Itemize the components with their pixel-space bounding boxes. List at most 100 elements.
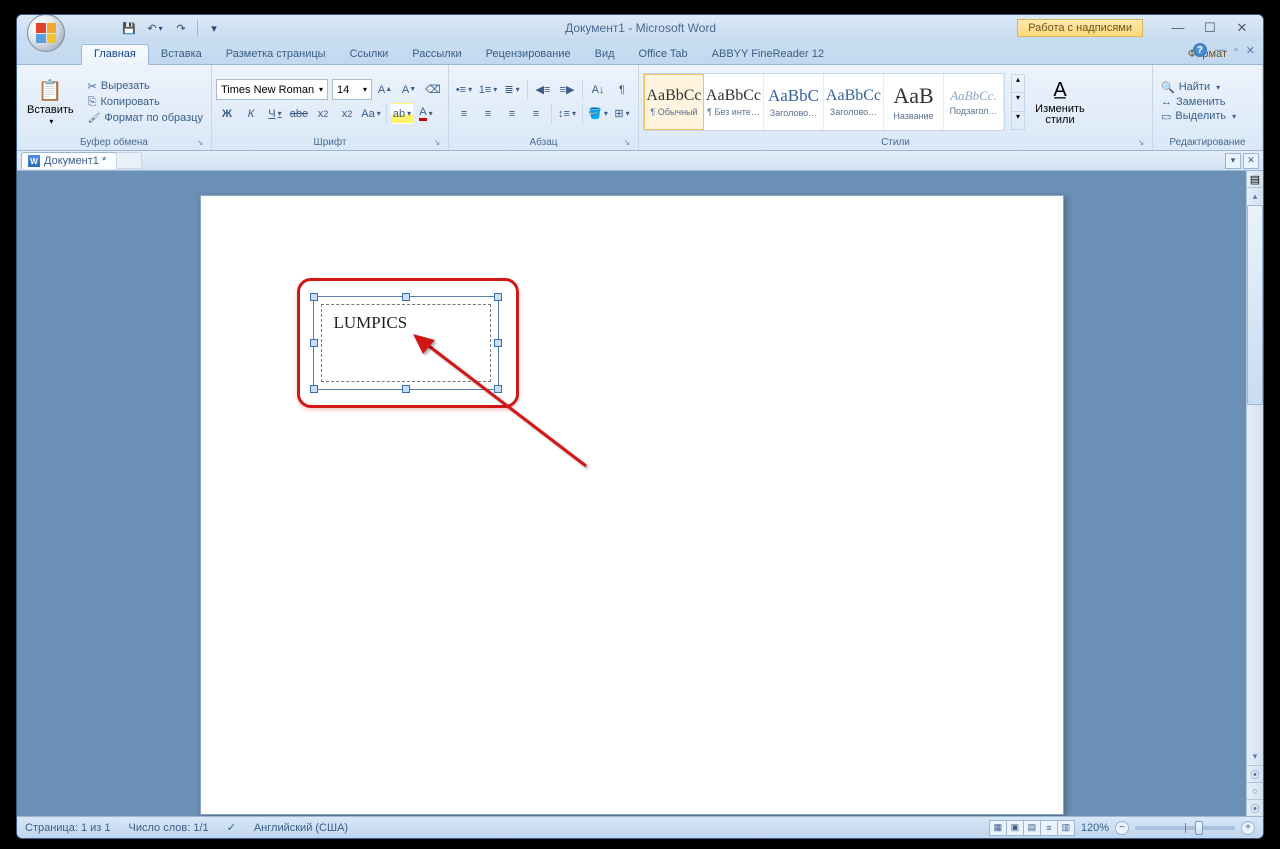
view-web[interactable]: ▤ — [1023, 820, 1041, 836]
redo-icon[interactable]: ↷ — [171, 18, 191, 38]
resize-handle[interactable] — [402, 385, 410, 393]
grow-font-button[interactable]: A▲ — [374, 79, 396, 100]
view-outline[interactable]: ≡ — [1040, 820, 1058, 836]
style-normal[interactable]: AaBbCc¶ Обычный — [644, 74, 704, 130]
gallery-scroll[interactable]: ▴ ▾ ▾ — [1011, 74, 1025, 130]
document-workspace[interactable]: LUMPICS — [17, 171, 1246, 816]
dialog-launcher-icon[interactable]: ↘ — [622, 138, 632, 148]
next-page-icon[interactable]: ⦿ — [1247, 799, 1263, 816]
zoom-out-button[interactable]: − — [1115, 821, 1129, 835]
qat-customize-icon[interactable]: ▾ — [204, 18, 224, 38]
align-right-button[interactable]: ≡ — [501, 103, 523, 124]
bullets-button[interactable]: •≡ — [453, 79, 475, 100]
font-size-combo[interactable]: 14▾ — [332, 79, 372, 100]
select-button[interactable]: Выделить — [1157, 109, 1240, 124]
office-button[interactable] — [27, 14, 65, 52]
document-tab[interactable]: W Документ1 * — [21, 152, 117, 169]
style-no-spacing[interactable]: AaBbCc¶ Без инте… — [704, 74, 764, 130]
resize-handle[interactable] — [494, 385, 502, 393]
shrink-font-button[interactable]: A▼ — [398, 79, 420, 100]
doctab-close-icon[interactable]: ✕ — [1243, 153, 1259, 169]
doc-close-icon[interactable]: ✕ — [1246, 44, 1255, 57]
resize-handle[interactable] — [402, 293, 410, 301]
save-icon[interactable]: 💾 — [119, 18, 139, 38]
close-button[interactable]: ✕ — [1233, 20, 1251, 36]
ribbon-restore-icon[interactable]: ▫ — [1234, 44, 1238, 56]
zoom-slider[interactable] — [1135, 826, 1235, 830]
resize-handle[interactable] — [494, 339, 502, 347]
resize-handle[interactable] — [494, 293, 502, 301]
help-icon[interactable]: ? — [1193, 43, 1207, 57]
tab-mailings[interactable]: Рассылки — [400, 45, 473, 64]
status-proofing-icon[interactable]: ✓ — [227, 821, 236, 834]
tab-insert[interactable]: Вставка — [149, 45, 214, 64]
italic-button[interactable]: К — [240, 103, 262, 124]
tab-view[interactable]: Вид — [583, 45, 627, 64]
doctab-scroll-icon[interactable]: ▾ — [1225, 153, 1241, 169]
sort-button[interactable]: A↓ — [587, 79, 609, 100]
change-styles-button[interactable]: A̲ Изменить стили — [1031, 75, 1089, 128]
tab-home[interactable]: Главная — [81, 44, 149, 65]
borders-button[interactable]: ⊞ — [611, 103, 633, 124]
maximize-button[interactable]: ☐ — [1201, 20, 1219, 36]
underline-button[interactable]: Ч — [264, 103, 286, 124]
scroll-down-icon[interactable]: ▾ — [1247, 748, 1263, 765]
show-marks-button[interactable]: ¶ — [611, 79, 633, 100]
ribbon-minimize-icon[interactable]: — — [1215, 44, 1226, 56]
text-box-shape[interactable]: LUMPICS — [313, 296, 499, 390]
multilevel-button[interactable]: ≣ — [501, 79, 523, 100]
status-language[interactable]: Английский (США) — [254, 822, 348, 834]
align-center-button[interactable]: ≡ — [477, 103, 499, 124]
status-words[interactable]: Число слов: 1/1 — [129, 822, 209, 834]
zoom-percent[interactable]: 120% — [1081, 822, 1109, 834]
change-case-button[interactable]: Aa — [360, 103, 382, 124]
tab-layout[interactable]: Разметка страницы — [214, 45, 338, 64]
format-painter-button[interactable]: Формат по образцу — [84, 111, 207, 125]
replace-button[interactable]: Заменить — [1157, 95, 1240, 109]
browse-object-icon[interactable]: ○ — [1247, 782, 1263, 799]
tab-review[interactable]: Рецензирование — [474, 45, 583, 64]
style-heading2[interactable]: AaBbCcЗаголово… — [824, 74, 884, 130]
document-page[interactable]: LUMPICS — [200, 195, 1064, 815]
style-title[interactable]: AaBНазвание — [884, 74, 944, 130]
dialog-launcher-icon[interactable]: ↘ — [195, 138, 205, 148]
align-justify-button[interactable]: ≡ — [525, 103, 547, 124]
dialog-launcher-icon[interactable]: ↘ — [432, 138, 442, 148]
style-heading1[interactable]: AaBbCЗаголово… — [764, 74, 824, 130]
zoom-slider-knob[interactable] — [1195, 821, 1203, 835]
superscript-button[interactable]: x2 — [336, 103, 358, 124]
undo-icon[interactable]: ↶ — [145, 18, 165, 38]
font-color-button[interactable]: A — [415, 103, 437, 124]
align-left-button[interactable]: ≡ — [453, 103, 475, 124]
indent-inc-button[interactable]: ≡▶ — [556, 79, 578, 100]
scroll-up-icon[interactable]: ▴ — [1247, 188, 1263, 205]
font-name-combo[interactable]: Times New Roman▾ — [216, 79, 328, 100]
view-draft[interactable]: ▥ — [1057, 820, 1075, 836]
vertical-scrollbar[interactable]: ▤ ▴ ▾ ⦿ ○ ⦿ — [1246, 171, 1263, 816]
copy-button[interactable]: Копировать — [84, 95, 207, 110]
resize-handle[interactable] — [310, 339, 318, 347]
prev-page-icon[interactable]: ⦿ — [1247, 765, 1263, 782]
view-full-reading[interactable]: ▣ — [1006, 820, 1024, 836]
clear-format-button[interactable]: ⌫ — [422, 79, 444, 100]
scroll-thumb[interactable] — [1247, 205, 1263, 405]
resize-handle[interactable] — [310, 385, 318, 393]
paste-button[interactable]: Вставить — [21, 75, 80, 128]
styles-gallery[interactable]: AaBbCc¶ Обычный AaBbCc¶ Без инте… AaBbCЗ… — [643, 73, 1005, 131]
resize-handle[interactable] — [310, 293, 318, 301]
subscript-button[interactable]: x2 — [312, 103, 334, 124]
zoom-in-button[interactable]: + — [1241, 821, 1255, 835]
line-spacing-button[interactable]: ↕≡ — [556, 103, 578, 124]
highlight-button[interactable]: ab — [391, 103, 413, 124]
minimize-button[interactable]: — — [1169, 20, 1187, 36]
status-page[interactable]: Страница: 1 из 1 — [25, 822, 111, 834]
dialog-launcher-icon[interactable]: ↘ — [1136, 138, 1146, 148]
cut-button[interactable]: Вырезать — [84, 79, 207, 94]
indent-dec-button[interactable]: ◀≡ — [532, 79, 554, 100]
find-button[interactable]: Найти — [1157, 80, 1240, 95]
tab-references[interactable]: Ссылки — [338, 45, 401, 64]
style-subtitle[interactable]: AaBbCc.Подзагол… — [944, 74, 1004, 130]
shading-button[interactable]: 🪣 — [587, 103, 609, 124]
tab-abbyy[interactable]: ABBYY FineReader 12 — [700, 45, 836, 64]
bold-button[interactable]: Ж — [216, 103, 238, 124]
